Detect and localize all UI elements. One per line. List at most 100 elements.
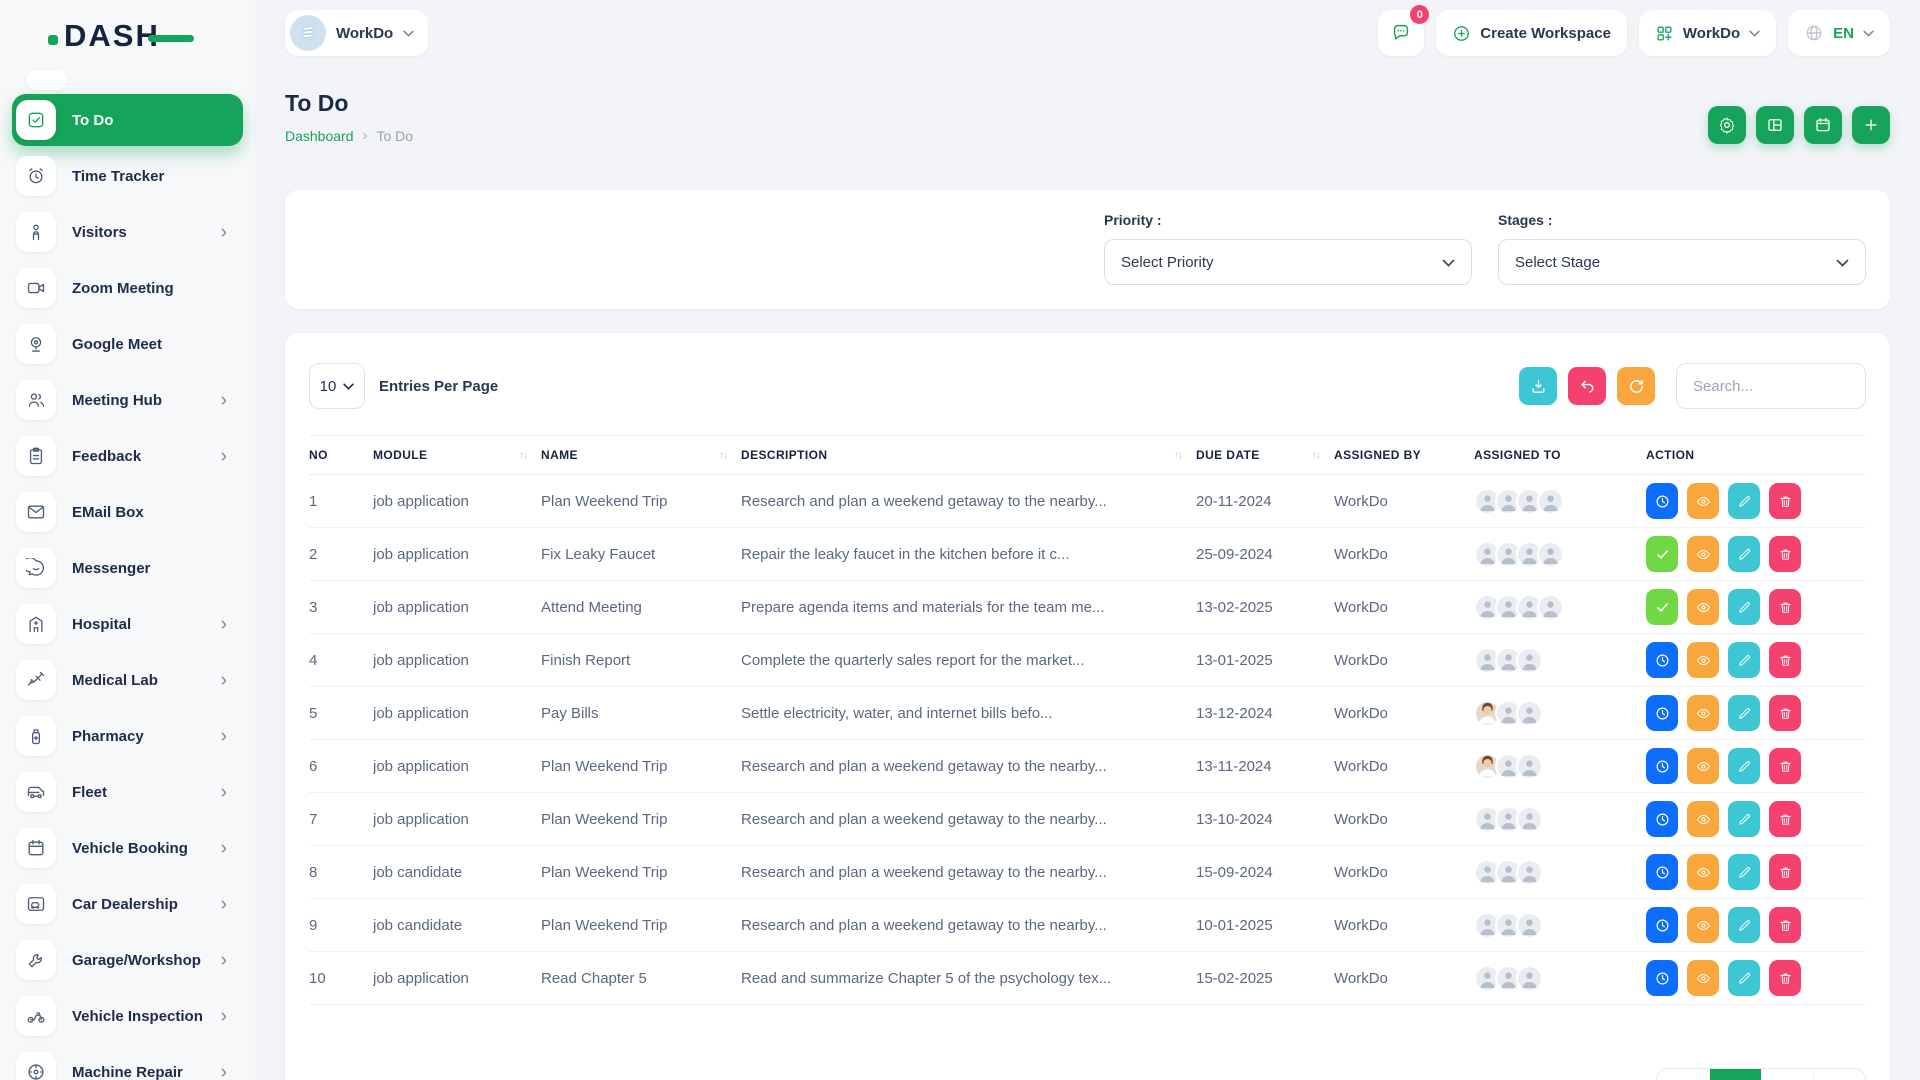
sidebar-item-zoom-meeting[interactable]: Zoom Meeting [12,262,243,314]
sort-icon[interactable]: ↑↓ [1312,450,1320,461]
column-header-name[interactable]: NAME↑↓ [541,448,741,462]
view-action-button[interactable] [1687,854,1719,890]
view-action-button[interactable] [1687,801,1719,837]
timer-action-button[interactable] [1646,960,1678,996]
sort-icon[interactable]: ↑↓ [719,450,727,461]
search-input[interactable] [1676,363,1866,409]
edit-action-button[interactable] [1728,960,1760,996]
sidebar-item-car-dealership[interactable]: Car Dealership› [12,878,243,930]
delete-action-button[interactable] [1769,748,1801,784]
edit-action-button[interactable] [1728,748,1760,784]
cell-assigned-by: WorkDo [1334,546,1474,563]
stages-select[interactable]: Select Stage [1498,239,1866,285]
clock-icon [1655,653,1670,668]
sidebar-item-time-tracker[interactable]: Time Tracker [12,150,243,202]
priority-select[interactable]: Select Priority [1104,239,1472,285]
complete-action-button[interactable] [1646,536,1678,572]
sidebar-item-to-do[interactable]: To Do [12,94,243,146]
cell-due-date: 13-10-2024 [1196,811,1334,828]
column-header-module[interactable]: MODULE↑↓ [373,448,541,462]
workdo-menu-button[interactable]: WorkDo [1639,10,1776,56]
sidebar-item-garage-workshop[interactable]: Garage/Workshop› [12,934,243,986]
chevron-down-icon [1442,254,1455,271]
cell-actions [1646,960,1866,996]
sidebar-item-email-box[interactable]: EMail Box [12,486,243,538]
reset-button[interactable] [1568,367,1606,405]
settings-button[interactable] [1708,106,1746,144]
view-action-button[interactable] [1687,536,1719,572]
sidebar-item-visitors[interactable]: Visitors› [12,206,243,258]
timer-action-button[interactable] [1646,695,1678,731]
timer-action-button[interactable] [1646,854,1678,890]
create-workspace-button[interactable]: Create Workspace [1436,10,1627,56]
delete-action-button[interactable] [1769,907,1801,943]
language-selector[interactable]: EN [1788,10,1890,56]
edit-action-button[interactable] [1728,907,1760,943]
timer-action-button[interactable] [1646,907,1678,943]
sort-icon[interactable]: ↑↓ [519,450,527,461]
sidebar-item-vehicle-booking[interactable]: Vehicle Booking› [12,822,243,874]
complete-action-button[interactable] [1646,589,1678,625]
refresh-button[interactable] [1617,367,1655,405]
column-header-description[interactable]: DESCRIPTION↑↓ [741,448,1196,462]
sidebar-item-meeting-hub[interactable]: Meeting Hub› [12,374,243,426]
delete-action-button[interactable] [1769,589,1801,625]
timer-action-button[interactable] [1646,748,1678,784]
edit-action-button[interactable] [1728,642,1760,678]
add-todo-button[interactable] [1852,106,1890,144]
edit-action-button[interactable] [1728,589,1760,625]
envelope-icon [16,492,56,532]
delete-action-button[interactable] [1769,483,1801,519]
sidebar-item-feedback[interactable]: Feedback› [12,430,243,482]
sidebar-item-vehicle-inspection[interactable]: Vehicle Inspection› [12,990,243,1042]
delete-action-button[interactable] [1769,960,1801,996]
calendar-view-button[interactable] [1804,106,1842,144]
eye-icon [1696,494,1711,509]
sidebar-item-google-meet[interactable]: Google Meet [12,318,243,370]
sidebar-item-machine-repair[interactable]: Machine Repair› [12,1046,243,1080]
sort-icon[interactable]: ↑↓ [1174,450,1182,461]
grid-view-button[interactable] [1756,106,1794,144]
view-action-button[interactable] [1687,642,1719,678]
cell-assigned-by: WorkDo [1334,917,1474,934]
view-action-button[interactable] [1687,483,1719,519]
sidebar-item-messenger[interactable]: Messenger [12,542,243,594]
pagination-prev[interactable]: ‹ [1657,1069,1709,1080]
view-action-button[interactable] [1687,748,1719,784]
column-header-due-date[interactable]: DUE DATE↑↓ [1196,448,1334,462]
edit-action-button[interactable] [1728,854,1760,890]
view-action-button[interactable] [1687,960,1719,996]
view-action-button[interactable] [1687,589,1719,625]
workspace-selector[interactable]: WorkDo [285,10,428,56]
delete-action-button[interactable] [1769,854,1801,890]
chat-badge: 0 [1410,5,1429,24]
cell-due-date: 15-02-2025 [1196,970,1334,987]
view-action-button[interactable] [1687,907,1719,943]
sidebar-item-hospital[interactable]: Hospital› [12,598,243,650]
view-action-button[interactable] [1687,695,1719,731]
timer-action-button[interactable] [1646,483,1678,519]
edit-action-button[interactable] [1728,695,1760,731]
delete-action-button[interactable] [1769,801,1801,837]
edit-action-button[interactable] [1728,801,1760,837]
timer-action-button[interactable] [1646,801,1678,837]
sidebar-item-pharmacy[interactable]: Pharmacy› [12,710,243,762]
entries-per-page-select[interactable]: 10 [309,363,365,409]
sidebar-item-medical-lab[interactable]: Medical Lab› [12,654,243,706]
pagination-page-2[interactable]: 2 [1761,1069,1813,1080]
sidebar-item-fleet[interactable]: Fleet› [12,766,243,818]
table-controls: 10 Entries Per Page [309,333,1866,409]
breadcrumb-dashboard-link[interactable]: Dashboard [285,128,354,144]
language-code: EN [1833,25,1854,42]
edit-action-button[interactable] [1728,536,1760,572]
pagination-page-1[interactable]: 1 [1709,1069,1761,1080]
topbar: WorkDo 0 Create Workspace WorkDo EN [285,0,1890,58]
export-button[interactable] [1519,367,1557,405]
pagination-next[interactable]: › [1813,1069,1865,1080]
delete-action-button[interactable] [1769,642,1801,678]
timer-action-button[interactable] [1646,642,1678,678]
delete-action-button[interactable] [1769,695,1801,731]
chat-button[interactable]: 0 [1378,10,1424,56]
delete-action-button[interactable] [1769,536,1801,572]
edit-action-button[interactable] [1728,483,1760,519]
